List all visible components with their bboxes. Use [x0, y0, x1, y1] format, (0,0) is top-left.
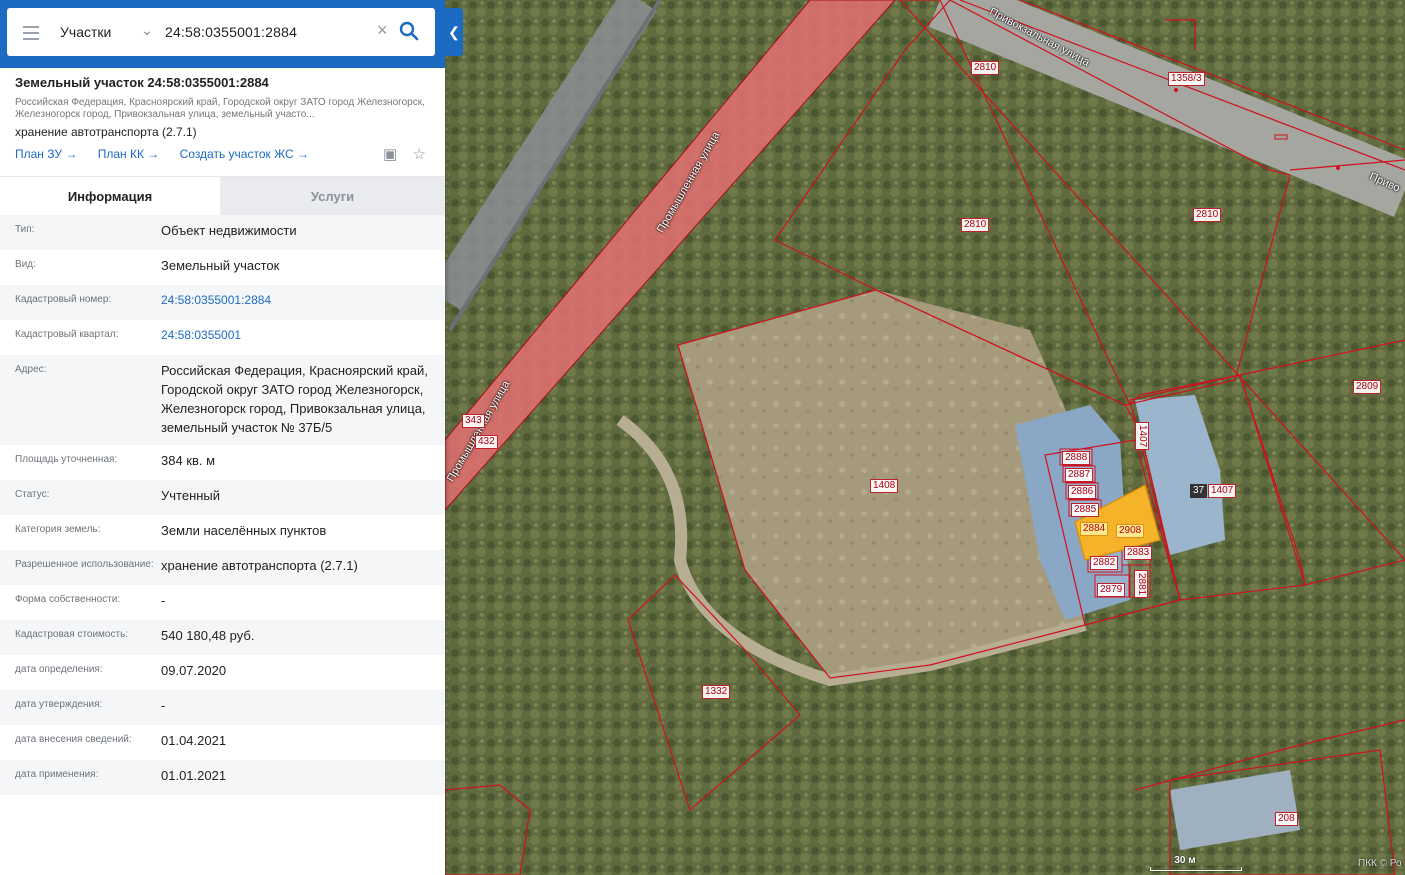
object-header: Земельный участок 24:58:0355001:2884 Рос… [0, 68, 445, 176]
tab-services[interactable]: Услуги [220, 177, 445, 215]
parcel-label[interactable]: 2810 [971, 61, 1000, 75]
info-value: 384 кв. м [161, 453, 216, 468]
object-links: План ЗУ → План КК → Создать участок ЖС →… [15, 145, 430, 163]
parcel-label[interactable]: 2908 [1116, 524, 1145, 538]
info-table: Тип: Объект недвижимости Вид: Земельный уч… [0, 215, 445, 795]
layer-select[interactable]: Участки [60, 24, 111, 40]
parcel-label[interactable]: 2885 [1071, 503, 1100, 517]
info-label: Тип: [15, 224, 35, 235]
parcel-label[interactable]: 208 [1275, 812, 1298, 826]
parcel-label[interactable]: 2810 [1193, 208, 1222, 222]
menu-icon[interactable] [23, 26, 39, 44]
info-value: Земли населённых пунктов [161, 523, 327, 538]
info-label: Площадь уточненная: [15, 454, 118, 465]
info-label: Вид: [15, 259, 36, 270]
info-value: - [161, 593, 166, 608]
parcel-label[interactable]: 1332 [702, 685, 731, 699]
search-icon[interactable] [398, 20, 420, 42]
info-label: дата утверждения: [15, 699, 103, 710]
info-value: Российская Федерация, Красноярский край,… [161, 363, 428, 435]
parcel-label[interactable]: 2887 [1065, 468, 1094, 482]
parcel-label[interactable]: 2886 [1068, 485, 1097, 499]
clear-icon[interactable]: × [377, 20, 388, 41]
parcel-label[interactable]: 1407 [1208, 484, 1237, 498]
search-input[interactable]: 24:58:0355001:2884 [165, 24, 297, 40]
info-label: Кадастровый квартал: [15, 329, 119, 340]
tabs: Информация Услуги [0, 176, 445, 215]
map-scale: 30 м [1150, 855, 1242, 871]
parcel-label[interactable]: 2881 [1134, 570, 1148, 599]
info-label: Адрес: [15, 364, 47, 375]
info-label: Форма собственности: [15, 594, 121, 605]
parcel-label-selected[interactable]: 2884 [1080, 522, 1109, 536]
header-actions: ▣ ☆ [371, 145, 426, 163]
info-label: Статус: [15, 489, 50, 500]
info-label: дата внесения сведений: [15, 734, 132, 745]
parcel-label[interactable]: 1407 [1135, 422, 1149, 451]
info-row: Вид: Земельный участок [0, 250, 445, 285]
parcel-label[interactable]: 2810 [961, 218, 990, 232]
parcel-label[interactable]: 2809 [1353, 380, 1382, 394]
info-value: - [161, 698, 166, 713]
parcel-label[interactable]: 343 [462, 414, 485, 428]
tab-information[interactable]: Информация [0, 177, 220, 215]
info-label: Разрешенное использование: [15, 559, 154, 570]
object-address: Российская Федерация, Красноярский край,… [15, 97, 425, 120]
create-zhs-link[interactable]: Создать участок ЖС → [180, 147, 309, 161]
info-value: 09.07.2020 [161, 663, 227, 678]
object-permitted-use: хранение автотранспорта (2.7.1) [15, 125, 197, 139]
info-row: дата применения: 01.01.2021 [0, 760, 445, 795]
top-bar: Участки ⌄ 24:58:0355001:2884 × [0, 0, 445, 68]
info-row: Категория земель: Земли населённых пункто… [0, 515, 445, 550]
info-value: 01.04.2021 [161, 733, 227, 748]
plan-zu-link[interactable]: План ЗУ → [15, 147, 77, 161]
info-row: Площадь уточненная: 384 кв. м [0, 445, 445, 480]
info-value: Земельный участок [161, 258, 280, 273]
parcel-label[interactable]: 2879 [1097, 583, 1126, 597]
chevron-down-icon[interactable]: ⌄ [141, 22, 153, 39]
info-row: Кадастровый номер: 24:58:0355001:2884 [0, 285, 445, 320]
object-title: Земельный участок 24:58:0355001:2884 [15, 75, 269, 90]
info-value: хранение автотранспорта (2.7.1) [161, 558, 358, 573]
info-value: Учтенный [161, 488, 221, 503]
parcel-label[interactable]: 1408 [870, 479, 899, 493]
info-row: Кадастровый квартал: 24:58:0355001 [0, 320, 445, 355]
info-row: дата определения: 09.07.2020 [0, 655, 445, 690]
search-object-icon[interactable]: ▣ [383, 145, 397, 163]
info-row: Адрес: Российская Федерация, Красноярский… [0, 355, 445, 445]
info-label: дата применения: [15, 769, 99, 780]
cadastral-number-link[interactable]: 24:58:0355001:2884 [161, 291, 445, 312]
info-value: Объект недвижимости [161, 223, 297, 238]
cadastral-quarter-link[interactable]: 24:58:0355001 [161, 326, 445, 347]
info-row: Кадастровая стоимость: 540 180,48 руб. [0, 620, 445, 655]
search-box: Участки ⌄ 24:58:0355001:2884 × [7, 8, 435, 56]
parcel-label[interactable]: 1358/3 [1168, 72, 1205, 86]
info-row: Разрешенное использование: хранение автот… [0, 550, 445, 585]
collapse-panel-button[interactable]: ❮ [445, 8, 463, 56]
info-label: Кадастровый номер: [15, 294, 112, 305]
building-number-label: 37 [1190, 484, 1208, 498]
star-icon[interactable]: ☆ [413, 145, 426, 163]
info-row: дата утверждения: - [0, 690, 445, 725]
parcel-label[interactable]: 2882 [1090, 556, 1119, 570]
map-copyright: ПКК © Ро [1358, 858, 1402, 869]
chevron-left-icon: ❮ [448, 23, 460, 40]
info-row: Статус: Учтенный [0, 480, 445, 515]
parcel-label[interactable]: 432 [475, 435, 498, 449]
parcel-label[interactable]: 2883 [1124, 546, 1153, 560]
info-row: Форма собственности: - [0, 585, 445, 620]
info-panel: Участки ⌄ 24:58:0355001:2884 × ❮ Земельн… [0, 0, 463, 875]
parcel-label[interactable]: 2888 [1062, 451, 1091, 465]
info-value: 540 180,48 руб. [161, 628, 255, 643]
info-label: Категория земель: [15, 524, 101, 535]
info-row: Тип: Объект недвижимости [0, 215, 445, 250]
info-value: 01.01.2021 [161, 768, 227, 783]
info-label: Кадастровая стоимость: [15, 629, 129, 640]
info-label: дата определения: [15, 664, 103, 675]
info-row: дата внесения сведений: 01.04.2021 [0, 725, 445, 760]
plan-kk-link[interactable]: План КК → [98, 147, 160, 161]
